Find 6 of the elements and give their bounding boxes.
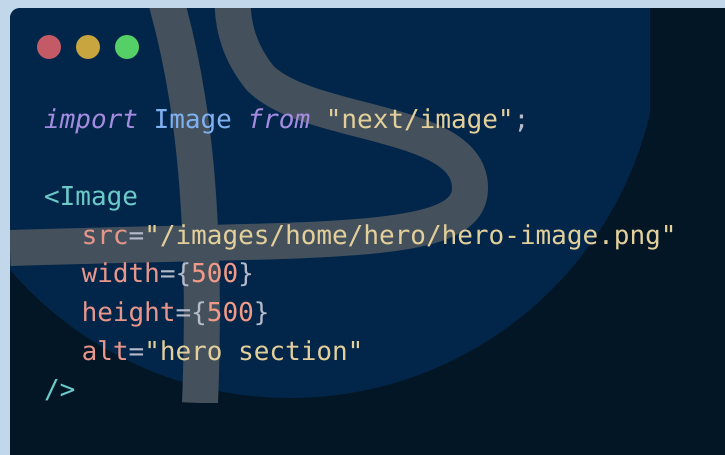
code-line: width={500}	[82, 258, 254, 292]
code-line: import Image from "next/image";	[44, 104, 530, 137]
code-line: />	[44, 374, 76, 408]
code-line: alt="hero section"	[82, 336, 364, 369]
code-line: <Image	[44, 181, 138, 214]
code-line: src="/images/home/hero/hero-image.png"	[82, 220, 676, 253]
